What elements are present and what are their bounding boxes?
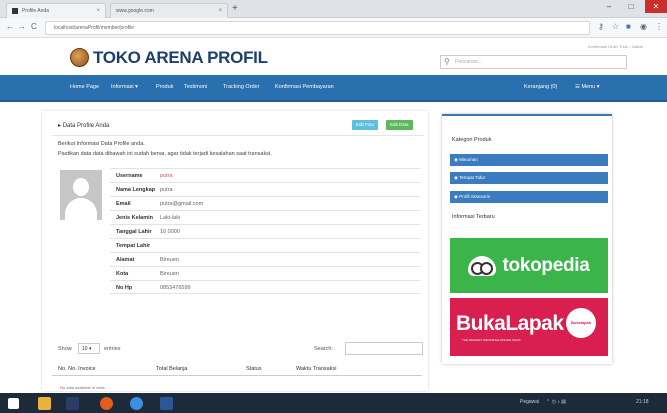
photoshop-icon[interactable] (66, 397, 79, 410)
tray-icons[interactable]: ⌃ ◷ ♪ ▤ (546, 399, 566, 405)
entries-select[interactable]: 10 ▾ (78, 343, 100, 354)
column-header-waktu[interactable]: Waktu Transaksi (296, 366, 336, 372)
table-header-divider (52, 375, 422, 376)
panel-title: ▸ Data Profile Anda (58, 123, 110, 129)
user-silhouette-icon (73, 178, 89, 196)
back-button[interactable]: ← (6, 22, 14, 32)
sidebar-item-profil-aksesoris[interactable]: ◉ Profil Aksesoris (450, 191, 608, 203)
search-table-label: Search: (314, 346, 333, 352)
star-icon[interactable]: ☆ (612, 22, 619, 32)
field-row-email: Email putra@gmail.com (110, 196, 420, 210)
maximize-button[interactable]: □ (620, 0, 642, 13)
column-header-no-invoice[interactable]: No. No. Invoice (58, 366, 96, 372)
nav-produk[interactable]: Produk (156, 84, 173, 90)
sidebar-item-tempat-tidur[interactable]: ◉ Tempat Tidur (450, 172, 608, 184)
windows-start-icon[interactable] (8, 398, 19, 409)
field-row-tanggal-lahir: Tanggal Lahir 10 0000 (110, 224, 420, 238)
bukalapak-logo-text: BukaLapak (456, 312, 564, 335)
field-row-alamat: Alamat Bireuen (110, 252, 420, 266)
logo-icon (70, 48, 89, 67)
tab-label: www.google.com (116, 8, 154, 14)
bukalapak-badge: Bukalapak (566, 308, 596, 338)
field-row-username: Username putra (110, 168, 420, 182)
avatar (60, 170, 102, 220)
file-explorer-icon[interactable] (38, 397, 51, 410)
close-tab-icon[interactable]: × (218, 8, 222, 14)
account-icon[interactable]: ◉ (640, 22, 647, 32)
info-title: Informasi Terbaru (452, 214, 495, 220)
edit-data-button[interactable]: Edit Data (386, 120, 413, 130)
show-label: Show (58, 346, 72, 352)
column-header-total[interactable]: Total Belanja (156, 366, 188, 372)
nav-testimoni[interactable]: Testimoni (184, 84, 207, 90)
divider (52, 135, 424, 136)
nav-tracking-order[interactable]: Tracking Order (223, 84, 259, 90)
field-row-kota: Kota Bireuen (110, 266, 420, 280)
word-icon[interactable] (160, 397, 173, 410)
extension-icon[interactable]: ■ (626, 22, 631, 32)
search-placeholder: Pencarian... (455, 59, 482, 65)
browser-menu-icon[interactable]: ⋮ (655, 22, 663, 32)
category-title: Kategori Produk (452, 137, 492, 143)
table-empty-message: No data available in table (60, 385, 105, 390)
field-row-no-hp: No Hp 0853476599 (110, 280, 420, 294)
nav-informasi[interactable]: Informasi ▾ (111, 84, 138, 90)
panel-title-text: Data Profile Anda (62, 123, 110, 129)
key-icon[interactable]: ⚷ (598, 22, 604, 32)
forward-button[interactable]: → (18, 22, 26, 32)
chrome-icon[interactable] (130, 397, 143, 410)
nav-home[interactable]: Home Page (70, 84, 99, 90)
clock[interactable]: 21:18 (636, 399, 649, 405)
new-tab-button[interactable]: + (232, 3, 238, 15)
tab-profile[interactable]: Profile Anda × (6, 3, 106, 18)
info-line-1: Berikut Informasi Data Profile anda. (58, 141, 145, 147)
nav-cart[interactable]: Keranjang (0) (524, 84, 557, 90)
field-row-nama: Nama Lengkap putra (110, 182, 420, 196)
close-tab-icon[interactable]: × (96, 8, 100, 14)
bukalapak-banner[interactable]: BukaLapak THE BIGGEST INDONESIA ONLINE S… (450, 298, 608, 356)
page-favicon-icon (12, 8, 18, 14)
minimize-button[interactable]: – (598, 0, 620, 13)
field-row-jenis-kelamin: Jenis Kelamin Laki-laki (110, 210, 420, 224)
site-logo[interactable]: TOKO ARENA PROFIL (93, 48, 268, 68)
sidebar-item-minuman[interactable]: ◉ Minuman (450, 154, 608, 166)
url-input[interactable]: localhost/arenaProfil/member/profile (45, 21, 590, 35)
bukalapak-tagline: THE BIGGEST INDONESIA ONLINE SHOP (462, 338, 521, 342)
close-window-button[interactable]: ✕ (645, 0, 667, 13)
search-icon: ⚲ (444, 57, 450, 66)
firefox-icon[interactable] (100, 397, 113, 410)
nav-konfirmasi-pembayaran[interactable]: Konfirmasi Pembayaran (275, 84, 334, 90)
entries-label: entries (104, 346, 121, 352)
tokopedia-banner[interactable]: tokopedia (450, 238, 608, 293)
tray-label: Pegawai (520, 399, 540, 405)
field-row-tempat-lahir: Tempat Lahir (110, 238, 420, 252)
header-top-links[interactable]: Konfirmasi Order Trick – Daftar (588, 44, 643, 49)
info-line-2: Pastikan data data dibawah ini sudah ben… (58, 151, 272, 157)
column-header-status[interactable]: Status (246, 366, 262, 372)
search-input[interactable]: ⚲ Pencarian... (440, 55, 627, 69)
tokopedia-owl-icon (468, 255, 497, 276)
edit-photo-button[interactable]: Edit Foto (352, 120, 379, 130)
tokopedia-logo-text: tokopedia (502, 254, 590, 276)
reload-button[interactable]: C (31, 22, 37, 32)
tab-google[interactable]: www.google.com × (110, 3, 228, 18)
tab-label: Profile Anda (22, 8, 49, 14)
table-search-input[interactable] (345, 342, 423, 355)
nav-menu[interactable]: ☰ Menu ▾ (575, 84, 600, 90)
